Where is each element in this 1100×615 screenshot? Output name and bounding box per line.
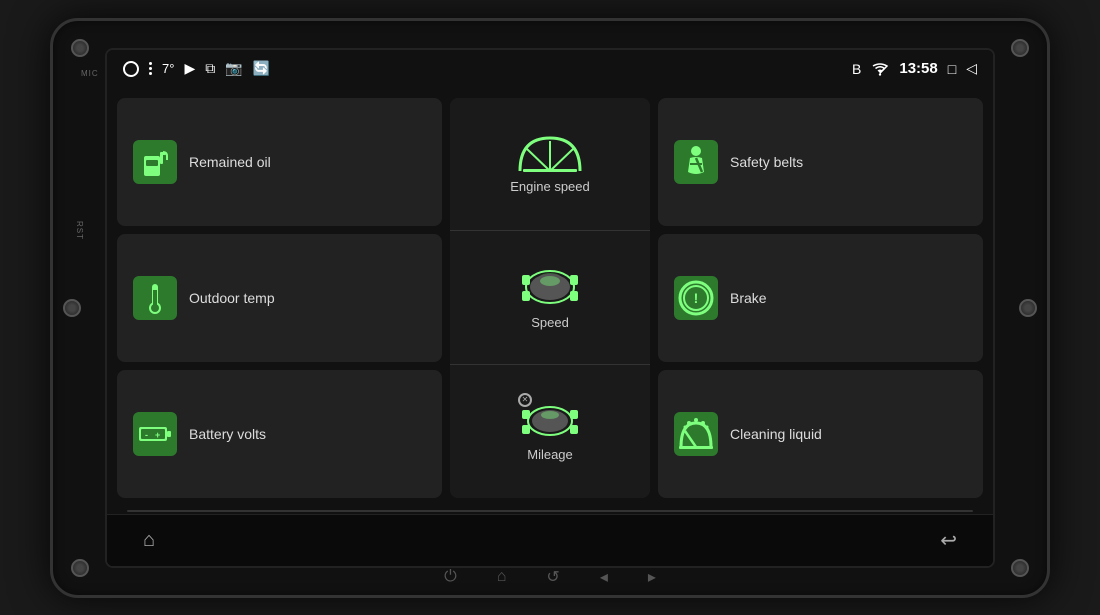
washer-icon xyxy=(674,412,718,456)
clock-display: 13:58 xyxy=(899,60,937,77)
device-shell: MIC RST 7° ▶ ⧉ 📷 🔄 xyxy=(50,18,1050,598)
screw-tr xyxy=(1011,39,1029,57)
battery-volts-card[interactable]: - + Battery volts xyxy=(117,370,442,498)
back-phys-button[interactable]: ↺ xyxy=(546,567,559,587)
seatbelt-icon xyxy=(674,140,718,184)
circle-icon xyxy=(123,61,139,77)
right-column: Safety belts ! Brake xyxy=(658,98,983,498)
engine-speed-panel[interactable]: Engine speed xyxy=(450,98,650,232)
svg-text:!: ! xyxy=(694,290,699,306)
home-button[interactable]: ⌂ xyxy=(137,523,161,558)
remained-oil-card[interactable]: Remained oil xyxy=(117,98,442,226)
youtube-icon: ▶ xyxy=(184,60,195,77)
wifi-icon xyxy=(871,62,889,76)
svg-text:-: - xyxy=(145,430,148,440)
vol-down-button[interactable]: ◂ xyxy=(600,567,608,587)
brake-card[interactable]: ! Brake xyxy=(658,234,983,362)
remained-oil-label: Remained oil xyxy=(189,154,271,170)
speed-label: Speed xyxy=(531,315,569,330)
screen: 7° ▶ ⧉ 📷 🔄 B xyxy=(105,48,995,568)
back-button[interactable]: ↩ xyxy=(934,522,963,559)
temperature-display: 7° xyxy=(162,61,174,76)
menu-icon xyxy=(149,62,152,75)
fuel-icon xyxy=(133,140,177,184)
bottom-bar: ⌂ ↩ xyxy=(107,514,993,566)
screw-tl xyxy=(71,39,89,57)
brake-icon: ! xyxy=(674,276,718,320)
mileage-panel[interactable]: ✕ Mileage xyxy=(450,365,650,498)
back-nav-icon: ◁ xyxy=(966,60,977,77)
outdoor-temp-card[interactable]: Outdoor temp xyxy=(117,234,442,362)
screw-ml xyxy=(63,299,81,317)
bluetooth-icon: B xyxy=(852,61,861,77)
engine-speed-label: Engine speed xyxy=(510,179,590,194)
speed-panel[interactable]: Speed xyxy=(450,231,650,365)
safety-belts-label: Safety belts xyxy=(730,154,803,170)
brake-label: Brake xyxy=(730,290,767,306)
camera2-icon: 📷 xyxy=(225,60,242,77)
battery-volts-label: Battery volts xyxy=(189,426,266,442)
power-button[interactable]: ⏻ xyxy=(444,568,457,586)
cleaning-liquid-label: Cleaning liquid xyxy=(730,426,822,442)
mileage-label: Mileage xyxy=(527,447,573,462)
left-column: Remained oil Outdoor temp xyxy=(117,98,442,498)
outdoor-temp-label: Outdoor temp xyxy=(189,290,275,306)
status-left: 7° ▶ ⧉ 📷 🔄 xyxy=(123,60,840,77)
thermometer-icon xyxy=(133,276,177,320)
center-column: Engine speed xyxy=(450,98,650,498)
rst-label: RST xyxy=(75,221,84,240)
screw-bl xyxy=(71,559,89,577)
svg-text:+: + xyxy=(155,430,160,440)
screw-br xyxy=(1011,559,1029,577)
status-bar: 7° ▶ ⧉ 📷 🔄 B xyxy=(107,50,993,88)
physical-buttons: ⏻ ⌂ ↺ ◂ ▸ xyxy=(444,567,656,587)
home-phys-button[interactable]: ⌂ xyxy=(497,568,507,586)
vol-up-button[interactable]: ▸ xyxy=(648,567,656,587)
camera1-icon: ⧉ xyxy=(205,60,215,77)
main-content: Remained oil Outdoor temp xyxy=(107,88,993,508)
camera3-icon: 🔄 xyxy=(253,60,270,77)
safety-belts-card[interactable]: Safety belts xyxy=(658,98,983,226)
status-right: B 13:58 □ ◁ xyxy=(852,60,977,77)
recents-icon: □ xyxy=(948,61,956,77)
cleaning-liquid-card[interactable]: Cleaning liquid xyxy=(658,370,983,498)
mic-label: MIC xyxy=(81,69,99,78)
screw-mr xyxy=(1019,299,1037,317)
battery-icon: - + xyxy=(133,412,177,456)
